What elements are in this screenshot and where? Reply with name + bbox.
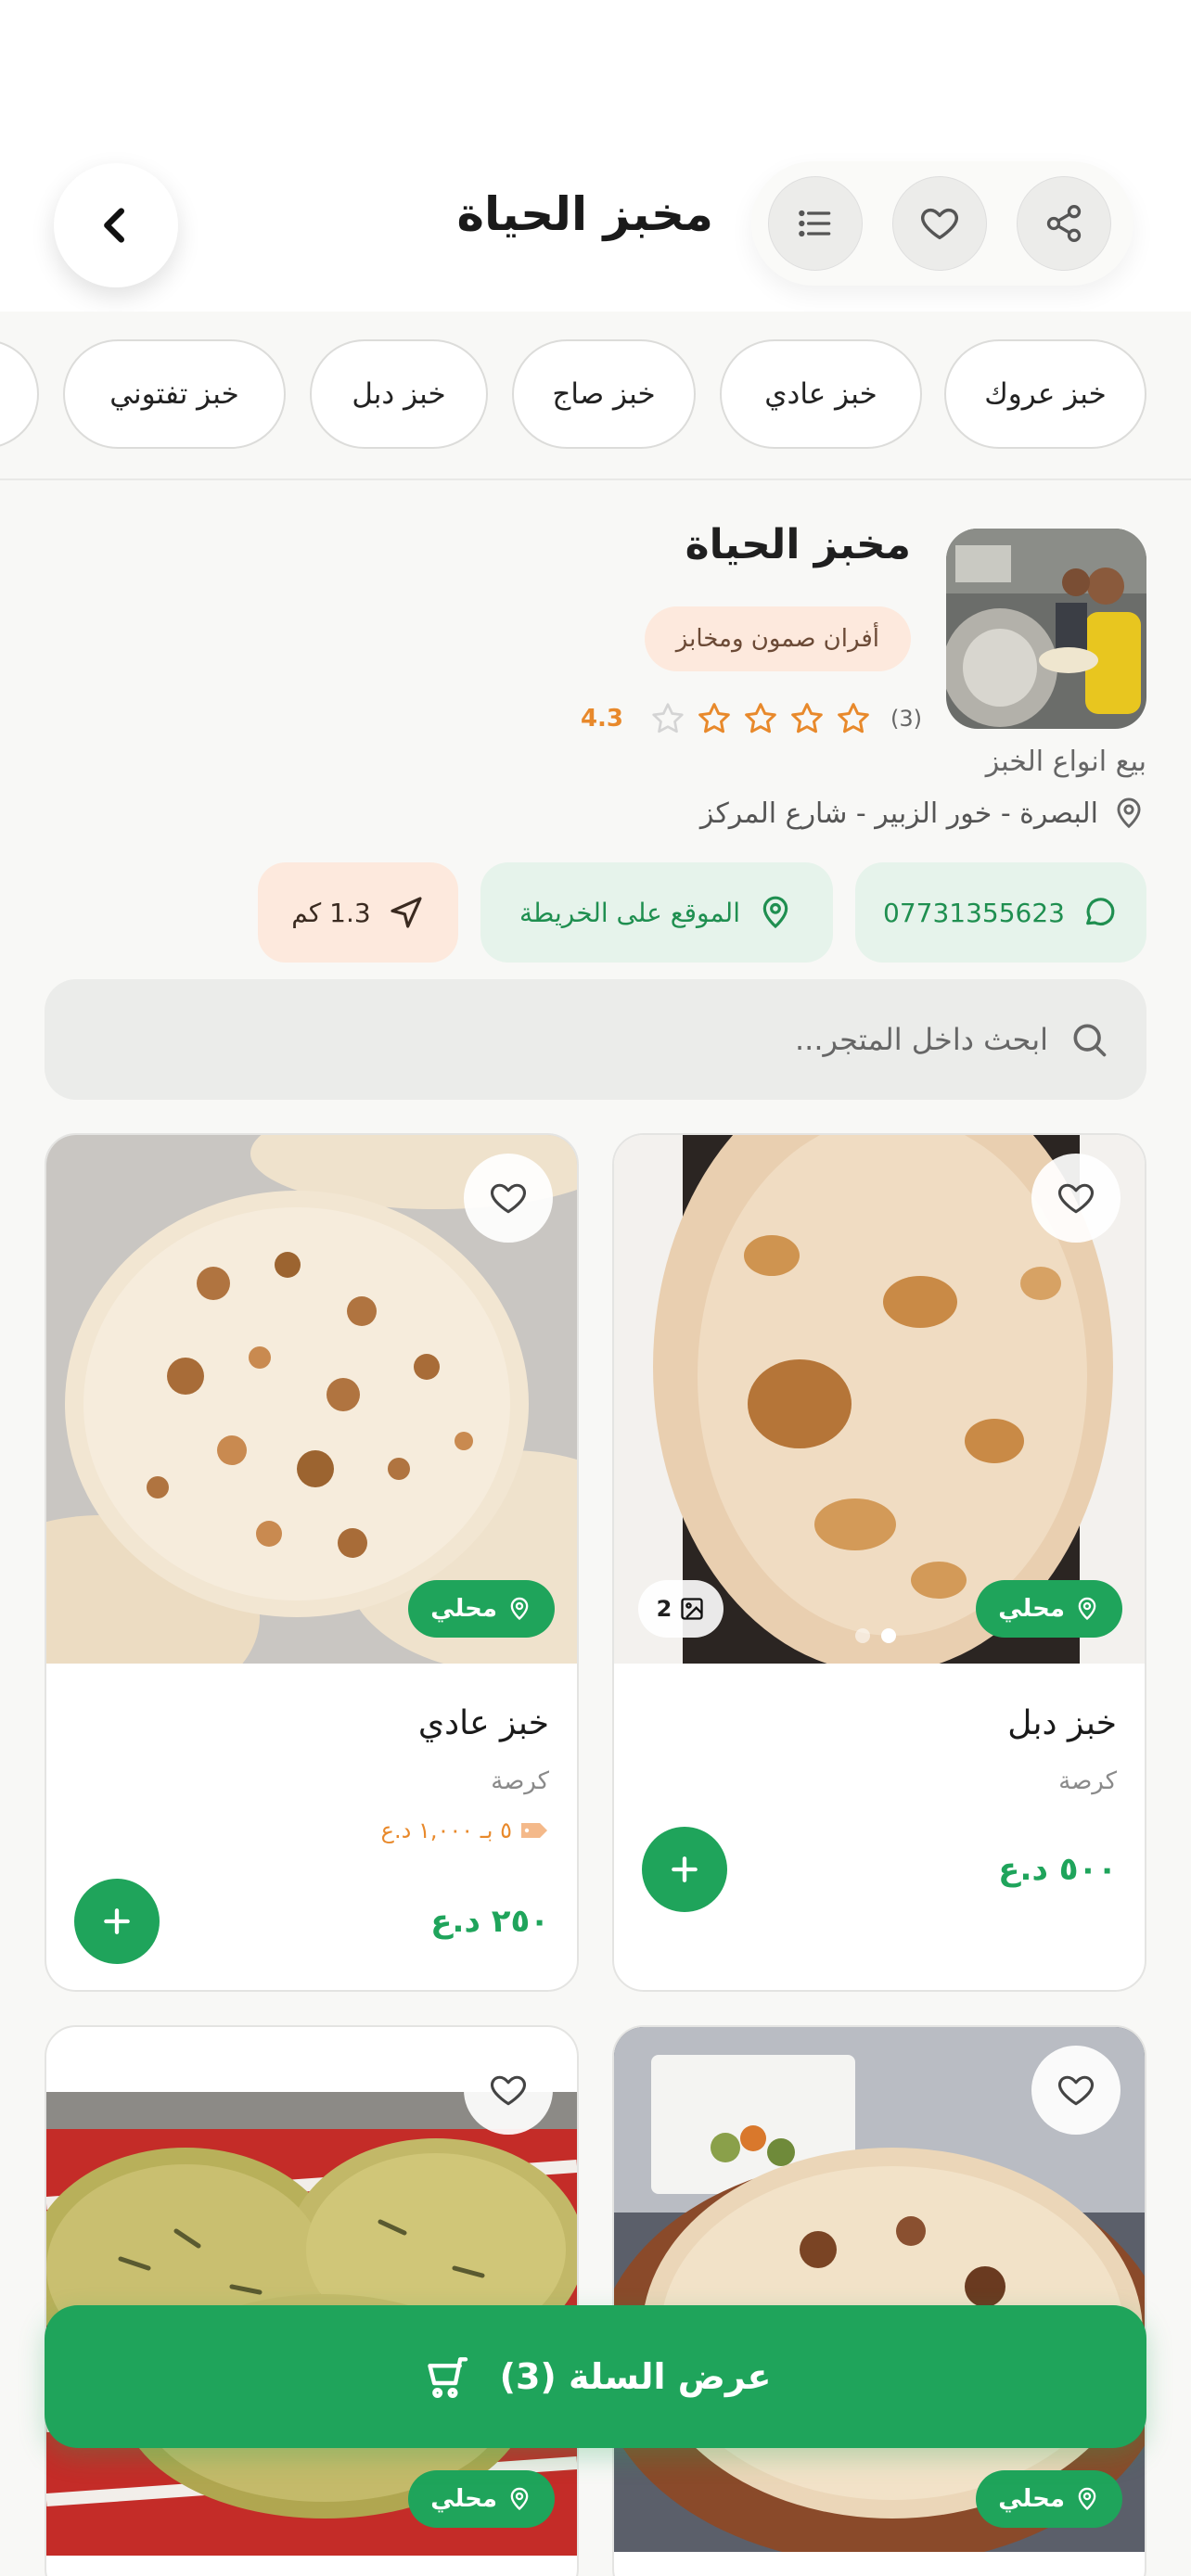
product-card[interactable]: محلي 2 خبز دبل كرصة ٥٠٠ د.ع: [612, 1133, 1146, 1992]
product-unit: كرصة: [1058, 1767, 1117, 1795]
search-icon: [1069, 1019, 1109, 1060]
category-chip[interactable]: خبز دبل: [310, 339, 488, 449]
favorite-button[interactable]: [464, 2046, 553, 2135]
store-category-badge: أفران صمون ومخابز: [644, 606, 911, 671]
map-label: الموقع على الخريطة: [519, 897, 740, 928]
cart-label: عرض السلة (3): [499, 2356, 772, 2397]
heart-icon: [1056, 1178, 1096, 1218]
local-badge: محلي: [408, 1580, 555, 1638]
category-chip[interactable]: خبز صاج: [512, 339, 696, 449]
phone-number: 07731355623: [883, 897, 1065, 928]
favorite-button[interactable]: [464, 1154, 553, 1243]
image-count: 2: [656, 1596, 672, 1622]
image-count-badge: 2: [638, 1580, 724, 1638]
location-pin-icon: [1111, 796, 1146, 831]
rating-value: 4.3: [580, 705, 623, 733]
category-chips: خبز عروك خبز عادي خبز صاج خبز دبل خبز تف…: [0, 312, 1191, 480]
page-title: مخبز الحياة: [456, 187, 713, 241]
favorite-button[interactable]: [1031, 2046, 1121, 2135]
product-price: ٥٠٠ د.ع: [998, 1851, 1117, 1888]
product-card[interactable]: محلي: [612, 2025, 1146, 2576]
image-carousel-dots[interactable]: [855, 1628, 896, 1643]
product-name: خبز دبل: [1007, 1704, 1117, 1742]
favorite-store-button[interactable]: [892, 176, 987, 271]
map-location-button[interactable]: الموقع على الخريطة: [480, 862, 833, 963]
list-icon: [795, 203, 836, 244]
call-button[interactable]: 07731355623: [855, 862, 1146, 963]
cart-icon: [420, 2351, 472, 2403]
distance-badge[interactable]: 1.3 كم: [258, 862, 458, 963]
location-pin-icon: [1074, 2486, 1100, 2512]
chevron-left-icon: [95, 204, 137, 247]
store-name: مخبز الحياة: [685, 521, 911, 568]
header: مخبز الحياة: [0, 0, 1191, 312]
search-input[interactable]: ابحث داخل المتجر...: [795, 1022, 1048, 1057]
address-text: البصرة - خور الزبير - شارع المركز: [699, 797, 1098, 830]
product-card[interactable]: محلي: [45, 2025, 579, 2576]
local-badge-label: محلي: [998, 1595, 1065, 1623]
local-badge: محلي: [408, 2470, 555, 2528]
local-badge-label: محلي: [430, 2485, 497, 2513]
store-photo: [946, 529, 1146, 729]
star-icon: [835, 700, 872, 737]
star-icon-empty: [649, 700, 686, 737]
share-button[interactable]: [1017, 176, 1111, 271]
location-pin-icon: [1074, 1596, 1100, 1622]
image-icon: [679, 1596, 705, 1622]
local-badge: محلي: [976, 2470, 1122, 2528]
local-badge-label: محلي: [430, 1595, 497, 1623]
store-description: بيع انواع الخبز: [985, 746, 1146, 778]
header-actions: [751, 161, 1133, 286]
location-pin-icon: [506, 2486, 532, 2512]
star-icon: [742, 700, 779, 737]
back-button[interactable]: [54, 163, 178, 287]
offer-text: ٥ بـ ١,٠٠٠ د.ع: [380, 1817, 512, 1843]
category-chip-partial[interactable]: [0, 339, 39, 449]
store-address: البصرة - خور الزبير - شارع المركز: [700, 796, 1146, 831]
tag-icon: [519, 1819, 549, 1842]
category-chip[interactable]: خبز عروك: [944, 339, 1146, 449]
add-to-cart-button[interactable]: [642, 1827, 727, 1912]
store-rating: 4.3 (3): [581, 697, 922, 740]
plus-icon: [666, 1851, 703, 1888]
navigation-arrow-icon: [388, 894, 425, 931]
share-icon: [1044, 203, 1084, 244]
heart-icon: [488, 2070, 529, 2111]
product-name: خبز عادي: [417, 1704, 549, 1742]
rating-count: (3): [890, 706, 922, 732]
location-pin-icon: [757, 894, 794, 931]
heart-icon: [918, 202, 961, 245]
star-icon: [696, 700, 733, 737]
carousel-dot[interactable]: [855, 1628, 870, 1643]
local-badge: محلي: [976, 1580, 1122, 1638]
menu-button[interactable]: [768, 176, 863, 271]
product-price: ٢٥٠ د.ع: [430, 1903, 549, 1940]
location-pin-icon: [506, 1596, 532, 1622]
distance-text: 1.3 كم: [291, 897, 371, 928]
store-search[interactable]: ابحث داخل المتجر...: [45, 979, 1146, 1100]
carousel-dot-active[interactable]: [881, 1628, 896, 1643]
plus-icon: [98, 1903, 135, 1940]
local-badge-label: محلي: [998, 2485, 1065, 2513]
star-icon: [788, 700, 826, 737]
chat-icon: [1082, 894, 1119, 931]
view-cart-button[interactable]: عرض السلة (3): [45, 2305, 1146, 2448]
heart-icon: [488, 1178, 529, 1218]
product-unit: كرصة: [491, 1767, 549, 1795]
product-card[interactable]: محلي خبز عادي كرصة ٥ بـ ١,٠٠٠ د.ع ٢٥٠ د.…: [45, 1133, 579, 1992]
heart-icon: [1056, 2070, 1096, 2111]
add-to-cart-button[interactable]: [74, 1879, 160, 1964]
category-chip[interactable]: خبز عادي: [720, 339, 922, 449]
favorite-button[interactable]: [1031, 1154, 1121, 1243]
product-offer: ٥ بـ ١,٠٠٠ د.ع: [381, 1817, 549, 1843]
category-chip[interactable]: خبز تفتوني: [63, 339, 286, 449]
